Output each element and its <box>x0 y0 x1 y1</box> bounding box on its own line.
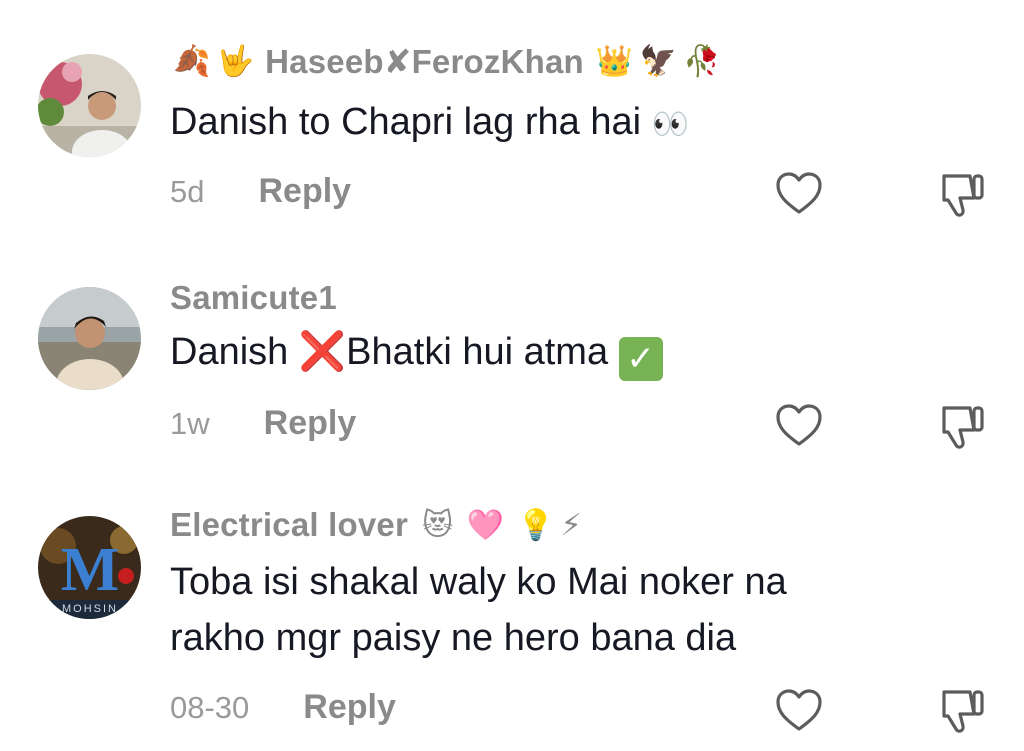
comment-timestamp: 5d <box>170 174 205 209</box>
reply-button[interactable]: Reply <box>303 688 396 727</box>
comment-text: Danish ❌Bhatki hui atma ✓ <box>170 324 950 381</box>
comment-text: Danish to Chapri lag rha hai 👀 <box>170 94 950 153</box>
comment-meta: 5d Reply <box>170 172 351 211</box>
heart-outline-icon[interactable] <box>775 403 823 447</box>
eyes-emoji-icon: 👀 <box>651 108 689 141</box>
comment-timestamp: 1w <box>170 406 210 441</box>
avatar[interactable]: M MOHSIN <box>38 516 141 619</box>
heart-outline-icon[interactable] <box>775 688 823 732</box>
cross-mark-emoji-icon: ❌ <box>298 331 347 373</box>
comment-text-part: Danish <box>170 331 299 373</box>
thumbs-down-outline-icon[interactable] <box>936 402 988 452</box>
username-label: Haseeb✘FerozKhan <box>265 43 584 80</box>
crown-emoji-icon: 👑 <box>595 45 634 78</box>
heart-outline-icon[interactable] <box>775 171 823 215</box>
avatar[interactable] <box>38 287 141 390</box>
reply-button[interactable]: Reply <box>264 404 357 443</box>
thumbs-down-outline-icon[interactable] <box>936 686 988 736</box>
lightning-emoji-icon: ⚡ <box>560 508 582 542</box>
light-bulb-emoji-icon: 💡 <box>517 508 555 542</box>
leaf-emoji-icon: 🍂 <box>173 45 211 78</box>
wilted-rose-emoji-icon: 🥀 <box>683 45 721 78</box>
rock-hand-emoji-icon: 🤟 <box>216 45 255 78</box>
username-label: Samicute1 <box>170 279 337 316</box>
comment-text-line: rakho mgr paisy ne hero bana dia <box>170 617 737 659</box>
thumbs-down-outline-icon[interactable] <box>936 170 988 220</box>
username-label: Electrical lover <box>170 506 409 543</box>
comment-text-line: Toba isi shakal waly ko Mai noker na <box>170 561 787 603</box>
comment-username[interactable]: Samicute1 <box>170 279 337 317</box>
comment-text-body: Danish to Chapri lag rha hai <box>170 101 642 143</box>
comment-text: Toba isi shakal waly ko Mai noker na rak… <box>170 554 950 666</box>
pink-heart-emoji-icon: 🩷 <box>466 508 505 542</box>
avatar[interactable] <box>38 54 141 157</box>
avatar-caption: MOHSIN <box>62 603 118 615</box>
comment-username[interactable]: Electrical lover 😻 🩷 💡 ⚡ <box>170 506 585 544</box>
heart-eyes-cat-emoji-icon: 😻 <box>422 508 454 542</box>
reply-button[interactable]: Reply <box>258 172 351 211</box>
comment-text-part: Bhatki hui atma <box>346 331 619 373</box>
check-mark-emoji-icon: ✓ <box>618 337 663 381</box>
comment-meta: 08-30 Reply <box>170 688 396 727</box>
avatar-letter: M <box>61 536 120 604</box>
comment-meta: 1w Reply <box>170 404 356 443</box>
comment-username[interactable]: 🍂 🤟 Haseeb✘FerozKhan 👑 🦅 🥀 <box>170 42 724 81</box>
eagle-emoji-icon: 🦅 <box>639 45 678 78</box>
comment-timestamp: 08-30 <box>170 690 250 725</box>
